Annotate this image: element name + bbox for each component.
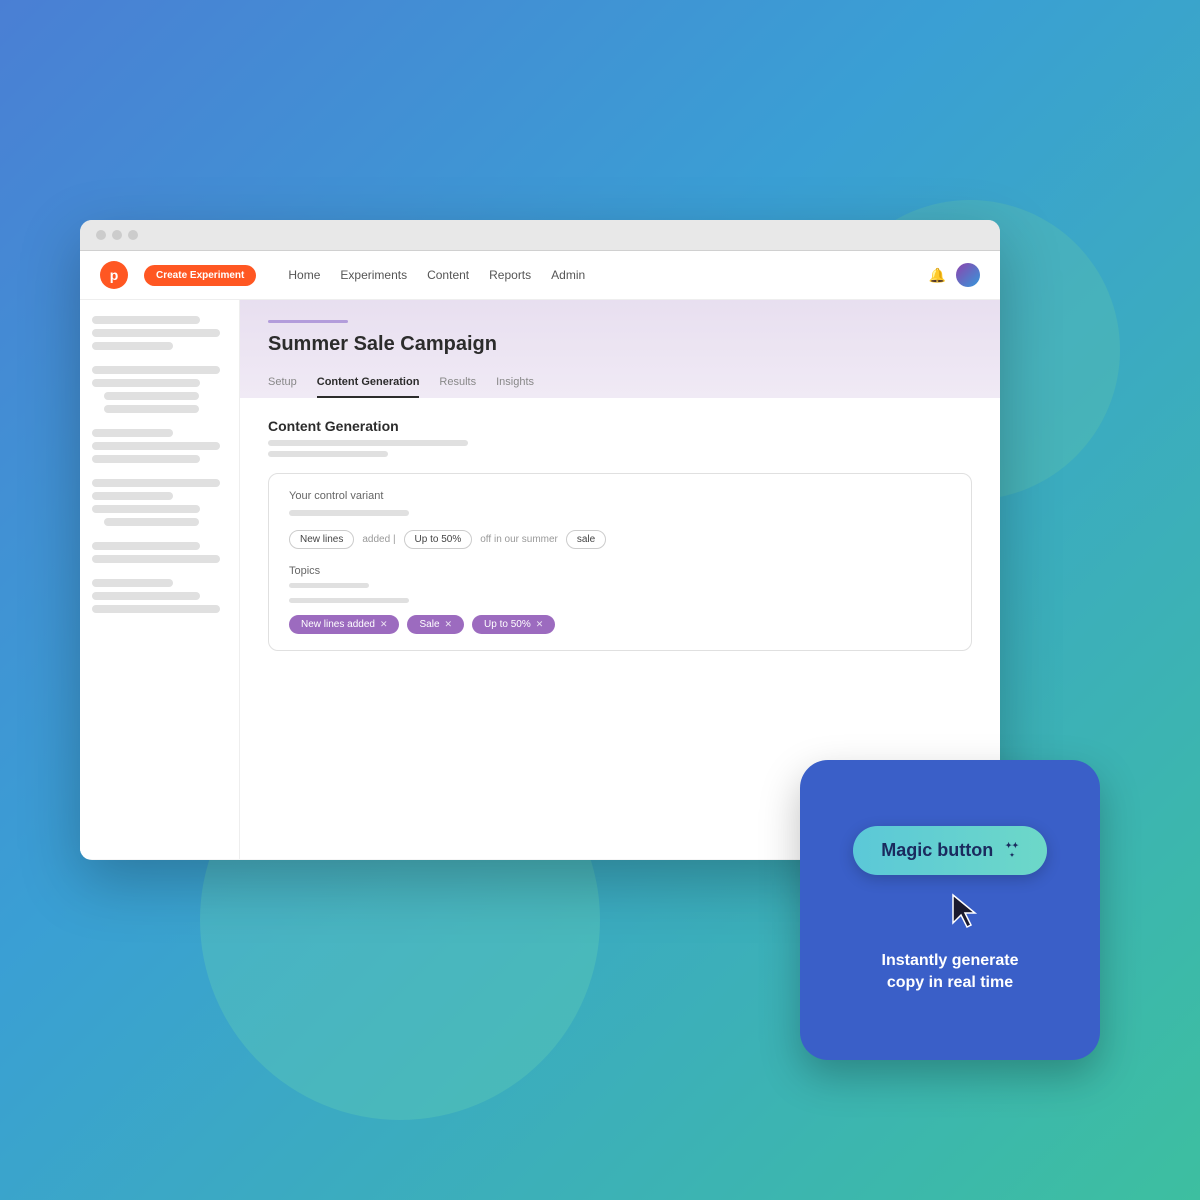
skel-line xyxy=(92,579,173,587)
nav-home[interactable]: Home xyxy=(288,268,320,282)
content-section: Content Generation Your control variant … xyxy=(240,398,1000,671)
skel-line xyxy=(104,392,199,400)
campaign-accent-bar xyxy=(268,320,348,323)
browser-dot-green xyxy=(128,230,138,240)
skel-line xyxy=(92,542,200,550)
section-skeleton xyxy=(268,440,972,457)
create-experiment-button[interactable]: Create Experiment xyxy=(144,265,256,286)
skel-line xyxy=(92,605,220,613)
skel-line xyxy=(92,316,200,324)
tags-row: New lines added | Up to 50% off in our s… xyxy=(289,530,951,549)
card-skeleton xyxy=(289,510,409,516)
skel-line xyxy=(92,342,173,350)
magic-button[interactable]: Magic button ✦✦ ✦ xyxy=(853,826,1046,875)
remove-pill-new-lines[interactable]: ✕ xyxy=(380,619,388,630)
browser-chrome xyxy=(80,220,1000,251)
tab-content-generation[interactable]: Content Generation xyxy=(317,376,420,398)
browser-dot-yellow xyxy=(112,230,122,240)
skel-line xyxy=(92,442,220,450)
nav-content[interactable]: Content xyxy=(427,268,469,282)
tab-results[interactable]: Results xyxy=(439,376,476,398)
skel-line xyxy=(92,455,200,463)
skel-line xyxy=(268,451,388,457)
pill-label: Up to 50% xyxy=(484,619,531,630)
skel-line xyxy=(104,518,199,526)
magic-card-description: Instantly generate copy in real time xyxy=(882,950,1019,995)
nav-reports[interactable]: Reports xyxy=(489,268,531,282)
skel-line xyxy=(92,379,200,387)
nav-right: 🔔 xyxy=(929,263,980,287)
tab-insights[interactable]: Insights xyxy=(496,376,534,398)
tag-up-to-50[interactable]: Up to 50% xyxy=(404,530,473,549)
bell-icon[interactable]: 🔔 xyxy=(929,267,946,284)
skel-line xyxy=(92,555,220,563)
navbar: p Create Experiment Home Experiments Con… xyxy=(80,251,1000,300)
campaign-title: Summer Sale Campaign xyxy=(268,333,972,356)
magic-card: Magic button ✦✦ ✦ Instantly generate cop… xyxy=(800,760,1100,1060)
control-variant-label: Your control variant xyxy=(289,490,951,502)
pill-up-to-50[interactable]: Up to 50% ✕ xyxy=(472,615,555,634)
sidebar xyxy=(80,300,240,859)
topics-skel2 xyxy=(289,598,409,603)
logo: p xyxy=(100,261,128,289)
skel-line xyxy=(92,505,200,513)
sidebar-skeleton xyxy=(92,316,227,621)
browser-dot-red xyxy=(96,230,106,240)
cursor-icon xyxy=(945,891,985,931)
pill-label: New lines added xyxy=(301,619,375,630)
section-title: Content Generation xyxy=(268,418,972,434)
campaign-header: Summer Sale Campaign Setup Content Gener… xyxy=(240,300,1000,398)
tab-setup[interactable]: Setup xyxy=(268,376,297,398)
skel-line xyxy=(92,429,173,437)
magic-button-label: Magic button xyxy=(881,840,993,861)
pill-tags-row: New lines added ✕ Sale ✕ Up to 50% ✕ xyxy=(289,615,951,634)
topics-skel xyxy=(289,583,369,588)
sparkle-icon: ✦✦ ✦ xyxy=(1005,841,1018,859)
skel-line xyxy=(92,592,200,600)
remove-pill-up-to-50[interactable]: ✕ xyxy=(536,619,544,630)
tag-new-lines[interactable]: New lines xyxy=(289,530,354,549)
tag-separator-added: added | xyxy=(362,534,395,545)
skel-line xyxy=(92,366,220,374)
pill-sale[interactable]: Sale ✕ xyxy=(407,615,464,634)
tag-sale[interactable]: sale xyxy=(566,530,606,549)
nav-admin[interactable]: Admin xyxy=(551,268,585,282)
skel-line xyxy=(104,405,199,413)
pill-new-lines-added[interactable]: New lines added ✕ xyxy=(289,615,399,634)
skel-line xyxy=(92,479,220,487)
nav-links: Home Experiments Content Reports Admin xyxy=(288,268,912,282)
topics-label: Topics xyxy=(289,565,951,577)
skel-line xyxy=(268,440,468,446)
skel-line xyxy=(92,329,220,337)
nav-experiments[interactable]: Experiments xyxy=(340,268,407,282)
skel-line xyxy=(92,492,173,500)
tag-separator-off: off in our summer xyxy=(480,534,558,545)
variant-card: Your control variant New lines added | U… xyxy=(268,473,972,651)
avatar xyxy=(956,263,980,287)
remove-pill-sale[interactable]: ✕ xyxy=(445,619,453,630)
pill-label: Sale xyxy=(419,619,439,630)
tabs: Setup Content Generation Results Insight… xyxy=(268,372,972,398)
